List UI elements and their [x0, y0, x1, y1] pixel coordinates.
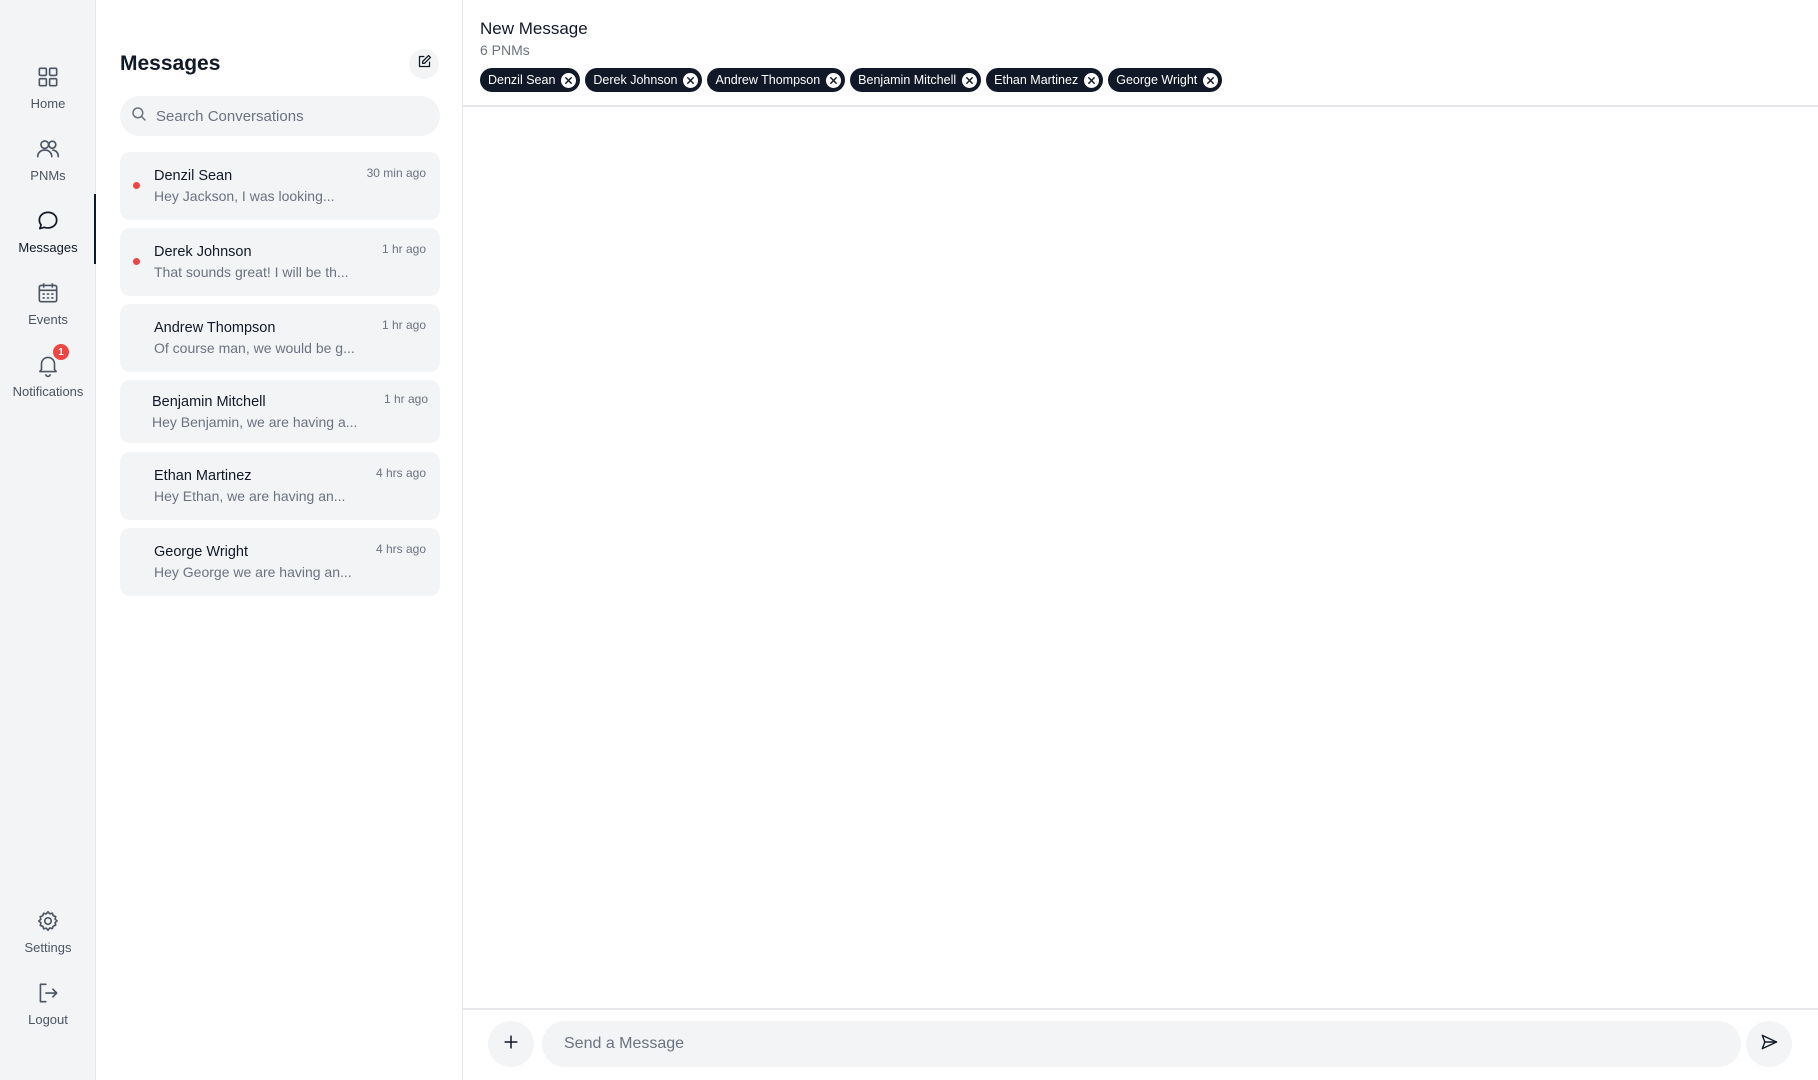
chat-header: New Message 6 PNMs Denzil Sean Derek Joh… — [463, 0, 1818, 107]
calendar-icon — [35, 280, 61, 306]
grid-icon — [35, 64, 61, 90]
attach-button[interactable] — [488, 1021, 534, 1067]
plus-icon — [501, 1032, 521, 1057]
remove-recipient-icon[interactable] — [561, 72, 577, 88]
chat-bubble-icon — [35, 208, 61, 234]
conversation-preview: Hey Benjamin, we are having a... — [152, 414, 358, 430]
conversation-time: 30 min ago — [366, 166, 426, 180]
nav-item-messages[interactable]: Messages — [0, 194, 96, 274]
notification-badge: 1 — [53, 344, 69, 360]
chat-title: New Message — [480, 19, 588, 38]
recipient-name: Derek Johnson — [593, 73, 678, 87]
conversation-time: 4 hrs ago — [375, 466, 426, 480]
conversation-preview: Of course man, we would be g... — [154, 340, 355, 356]
conversation-preview: That sounds great! I will be th... — [154, 264, 349, 280]
search-icon — [130, 105, 148, 128]
conversation-item[interactable]: Denzil Sean Hey Jackson, I was looking..… — [120, 152, 440, 220]
conversation-item[interactable]: Benjamin Mitchell Hey Benjamin, we are h… — [120, 380, 440, 443]
messages-title: Messages — [120, 52, 221, 75]
conversation-time: 1 hr ago — [381, 242, 426, 256]
message-input[interactable] — [564, 1035, 1724, 1053]
conversation-list-panel: Messages Denzil Sean Hey Jackson, I was … — [96, 0, 463, 1080]
bell-icon: 1 — [35, 344, 69, 378]
search-box — [120, 96, 440, 136]
nav-item-home[interactable]: Home — [0, 60, 96, 130]
nav-label-home: Home — [30, 96, 66, 111]
conversation-preview: Hey Ethan, we are having an... — [154, 488, 346, 504]
recipient-chip: Andrew Thompson — [707, 68, 846, 92]
conversation-time: 1 hr ago — [381, 318, 426, 332]
nav-item-events[interactable]: Events — [0, 276, 96, 346]
conversation-item[interactable]: George Wright Hey George we are having a… — [120, 528, 440, 596]
compose-button[interactable] — [409, 49, 439, 79]
recipient-chip: Ethan Martinez — [986, 68, 1104, 92]
conversation-name: Andrew Thompson — [154, 320, 276, 336]
message-input-box — [542, 1021, 1741, 1067]
logout-icon — [35, 980, 61, 1006]
users-icon — [35, 136, 61, 162]
recipient-chip: Derek Johnson — [585, 68, 703, 92]
recipient-chips: Denzil Sean Derek Johnson Andrew Thompso… — [480, 68, 1223, 92]
conversation-time: 4 hrs ago — [375, 542, 426, 556]
conversation-time: 1 hr ago — [383, 392, 428, 406]
conversation-preview: Hey Jackson, I was looking... — [154, 188, 335, 204]
conversation-preview: Hey George we are having an... — [154, 564, 352, 580]
recipient-name: George Wright — [1116, 73, 1198, 87]
nav-item-pnms[interactable]: PNMs — [0, 132, 96, 202]
nav-rail: Home PNMs Messages Events 1 Notification… — [0, 0, 96, 1080]
gear-icon — [35, 908, 61, 934]
nav-label-logout: Logout — [28, 1012, 68, 1027]
composer-bar — [463, 1008, 1818, 1080]
recipient-name: Andrew Thompson — [715, 73, 821, 87]
remove-recipient-icon[interactable] — [1203, 72, 1219, 88]
conversation-item[interactable]: Derek Johnson That sounds great! I will … — [120, 228, 440, 296]
send-icon — [1759, 1032, 1779, 1057]
nav-label-messages: Messages — [18, 240, 78, 255]
recipient-name: Benjamin Mitchell — [858, 73, 957, 87]
nav-item-notifications[interactable]: 1 Notifications — [0, 344, 96, 418]
nav-item-settings[interactable]: Settings — [0, 904, 96, 974]
recipient-chip: Denzil Sean — [480, 68, 581, 92]
recipient-chip: Benjamin Mitchell — [850, 68, 982, 92]
conversation-name: George Wright — [154, 544, 249, 560]
nav-label-events: Events — [28, 312, 68, 327]
recipient-name: Denzil Sean — [488, 73, 556, 87]
conversation-name: Ethan Martinez — [154, 468, 252, 484]
remove-recipient-icon[interactable] — [683, 72, 699, 88]
conversation-item[interactable]: Ethan Martinez Hey Ethan, we are having … — [120, 452, 440, 520]
conversation-name: Derek Johnson — [154, 244, 252, 260]
unread-dot — [133, 258, 140, 265]
conversation-name: Benjamin Mitchell — [152, 394, 266, 410]
conversation-item[interactable]: Andrew Thompson Of course man, we would … — [120, 304, 440, 372]
compose-icon — [417, 54, 432, 74]
conversation-name: Denzil Sean — [154, 168, 233, 184]
recipient-count: 6 PNMs — [480, 42, 530, 58]
unread-dot — [133, 182, 140, 189]
nav-label-notifications: Notifications — [12, 384, 84, 399]
nav-label-pnms: PNMs — [30, 168, 66, 183]
recipient-chip: George Wright — [1108, 68, 1223, 92]
remove-recipient-icon[interactable] — [1084, 72, 1100, 88]
remove-recipient-icon[interactable] — [962, 72, 978, 88]
search-input[interactable] — [156, 107, 426, 125]
recipient-name: Ethan Martinez — [994, 73, 1079, 87]
nav-label-settings: Settings — [24, 940, 72, 955]
remove-recipient-icon[interactable] — [826, 72, 842, 88]
nav-item-logout[interactable]: Logout — [0, 976, 96, 1046]
chat-area: New Message 6 PNMs Denzil Sean Derek Joh… — [463, 0, 1818, 1080]
send-button[interactable] — [1746, 1021, 1792, 1067]
